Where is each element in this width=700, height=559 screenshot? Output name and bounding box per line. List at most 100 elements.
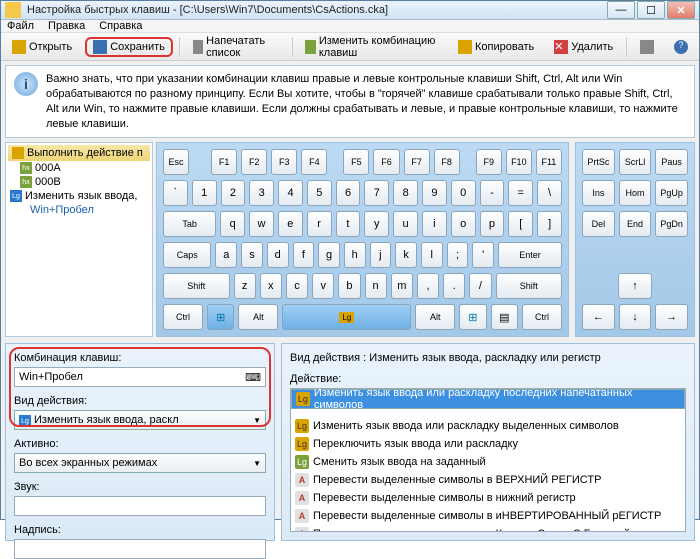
action-row[interactable]: AПеревести выделенные символы в ВЕРХНИЙ …	[291, 471, 685, 489]
key-j[interactable]: j	[370, 242, 392, 268]
key-l[interactable]: l	[421, 242, 443, 268]
key-f11[interactable]: F11	[536, 149, 562, 175]
delete-button[interactable]: ✕Удалить	[547, 37, 620, 57]
key-s[interactable]: s	[241, 242, 263, 268]
minimize-button[interactable]: —	[607, 1, 635, 19]
print-list-button[interactable]: Напечатать список	[186, 32, 286, 62]
open-button[interactable]: Открыть	[5, 37, 79, 57]
key-][interactable]: ]	[537, 211, 562, 237]
key-ctrl-r[interactable]: Ctrl	[522, 304, 562, 330]
change-combo-button[interactable]: Изменить комбинацию клавиш	[298, 32, 445, 62]
key-'[interactable]: '	[472, 242, 494, 268]
settings-button[interactable]	[633, 37, 661, 57]
key-del[interactable]: Del	[582, 211, 615, 237]
key-win-r[interactable]: ⊞	[459, 304, 486, 330]
key-6[interactable]: 6	[336, 180, 361, 206]
key-f8[interactable]: F8	[434, 149, 460, 175]
tree-item[interactable]: hx000A	[8, 161, 150, 175]
key-4[interactable]: 4	[278, 180, 303, 206]
key-c[interactable]: c	[286, 273, 308, 299]
key-alt-l[interactable]: Alt	[238, 304, 278, 330]
key-5[interactable]: 5	[307, 180, 332, 206]
key-9[interactable]: 9	[422, 180, 447, 206]
key-v[interactable]: v	[312, 273, 334, 299]
key-=[interactable]: =	[508, 180, 533, 206]
key-f1[interactable]: F1	[211, 149, 237, 175]
key-i[interactable]: i	[422, 211, 447, 237]
tree-item[interactable]: LgИзменить язык ввода,	[8, 189, 150, 203]
copy-button[interactable]: Копировать	[451, 37, 541, 57]
tree-item[interactable]: Win+Пробел	[8, 203, 150, 217]
key-f7[interactable]: F7	[404, 149, 430, 175]
action-row[interactable]: AПеревести выделенные символы в нижний р…	[291, 489, 685, 507]
key-[[interactable]: [	[508, 211, 533, 237]
action-row[interactable]: AПеревести выделенные символы в иНВЕРТИР…	[291, 507, 685, 525]
key-n[interactable]: n	[365, 273, 387, 299]
key-shift-r[interactable]: Shift	[496, 273, 563, 299]
key-r[interactable]: r	[307, 211, 332, 237]
key-z[interactable]: z	[234, 273, 256, 299]
action-row[interactable]: LgИзменить язык ввода или раскладку посл…	[291, 389, 685, 409]
key-2[interactable]: 2	[221, 180, 246, 206]
help-button[interactable]: ?	[667, 37, 695, 57]
key-\[interactable]: \	[537, 180, 562, 206]
key-home[interactable]: Hom	[619, 180, 652, 206]
key-win-l[interactable]: ⊞	[207, 304, 234, 330]
key-1[interactable]: 1	[192, 180, 217, 206]
tree-header[interactable]: Выполнить действие п	[8, 145, 150, 161]
key-g[interactable]: g	[318, 242, 340, 268]
key-f6[interactable]: F6	[373, 149, 399, 175]
key-f3[interactable]: F3	[271, 149, 297, 175]
key-;[interactable]: ;	[447, 242, 469, 268]
key-enter[interactable]: Enter	[498, 242, 562, 268]
key-q[interactable]: q	[220, 211, 245, 237]
action-tree[interactable]: Выполнить действие п hx000A hx000B LgИзм…	[5, 142, 153, 337]
key-pgdn[interactable]: PgDn	[655, 211, 688, 237]
key-space[interactable]: Lg	[282, 304, 411, 330]
combo-field[interactable]: Win+Пробел⌨	[14, 367, 266, 387]
key-.[interactable]: .	[443, 273, 465, 299]
key-right[interactable]: →	[655, 304, 688, 330]
key-t[interactable]: t	[336, 211, 361, 237]
caption-field[interactable]	[14, 539, 266, 559]
action-row[interactable]: LgПереключить язык ввода или раскладку	[291, 435, 685, 453]
key-f10[interactable]: F10	[506, 149, 532, 175]
key-down[interactable]: ↓	[619, 304, 652, 330]
key-b[interactable]: b	[338, 273, 360, 299]
action-row[interactable]: AПеревести выделенные символы в Каждое С…	[291, 525, 685, 532]
key-esc[interactable]: Esc	[163, 149, 189, 175]
key-`[interactable]: `	[163, 180, 188, 206]
close-button[interactable]: ✕	[667, 1, 695, 19]
key-7[interactable]: 7	[364, 180, 389, 206]
key-scrl[interactable]: ScrLl	[619, 149, 652, 175]
menu-help[interactable]: Справка	[99, 20, 142, 32]
action-row[interactable]: LgИзменить язык ввода или раскладку выде…	[291, 417, 685, 435]
key-k[interactable]: k	[395, 242, 417, 268]
key-m[interactable]: m	[391, 273, 413, 299]
key-alt-r[interactable]: Alt	[415, 304, 455, 330]
key-d[interactable]: d	[267, 242, 289, 268]
key-f2[interactable]: F2	[241, 149, 267, 175]
key-0[interactable]: 0	[451, 180, 476, 206]
key-3[interactable]: 3	[249, 180, 274, 206]
key-menu[interactable]: ▤	[491, 304, 518, 330]
key-prtsc[interactable]: PrtSc	[582, 149, 615, 175]
key-caps[interactable]: Caps	[163, 242, 211, 268]
key-8[interactable]: 8	[393, 180, 418, 206]
key-f5[interactable]: F5	[343, 149, 369, 175]
key-up[interactable]: ↑	[618, 273, 652, 299]
type-select[interactable]: LgИзменить язык ввода, раскл▼	[14, 410, 266, 430]
key-ctrl-l[interactable]: Ctrl	[163, 304, 203, 330]
key-pgup[interactable]: PgUp	[655, 180, 688, 206]
key-w[interactable]: w	[249, 211, 274, 237]
key-e[interactable]: e	[278, 211, 303, 237]
maximize-button[interactable]: ☐	[637, 1, 665, 19]
key-tab[interactable]: Tab	[163, 211, 216, 237]
action-row[interactable]: LgСменить язык ввода на заданный	[291, 453, 685, 471]
key-/[interactable]: /	[469, 273, 491, 299]
menu-edit[interactable]: Правка	[48, 20, 85, 32]
key-,[interactable]: ,	[417, 273, 439, 299]
action-list[interactable]: LgИзменить язык ввода или раскладку посл…	[290, 388, 686, 532]
key-f4[interactable]: F4	[301, 149, 327, 175]
key-h[interactable]: h	[344, 242, 366, 268]
